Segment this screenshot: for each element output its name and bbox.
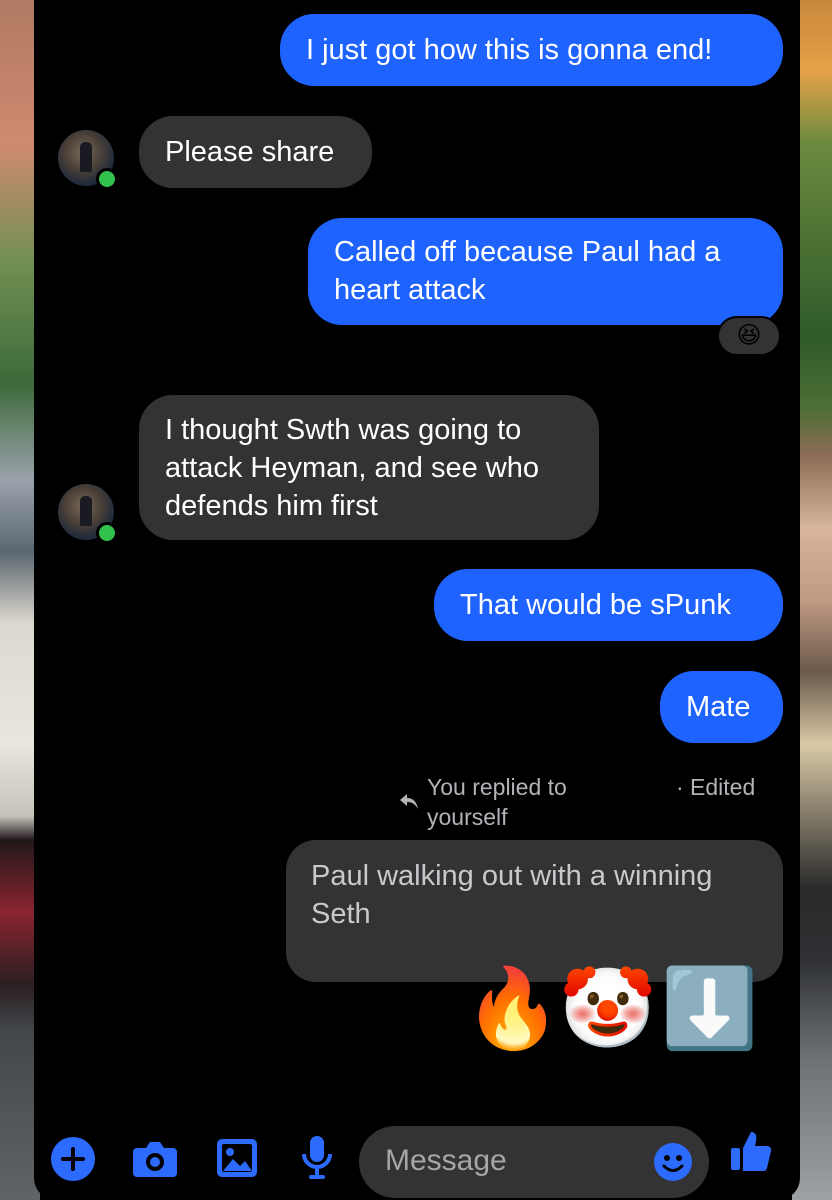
contact-avatar[interactable] <box>58 130 118 190</box>
message-text: Please share <box>165 136 335 168</box>
message-text-line: attack Heyman, and see who <box>165 452 539 484</box>
edited-label: · Edited <box>676 774 756 800</box>
contact-avatar[interactable] <box>58 484 118 544</box>
emoji-icon[interactable] <box>653 1142 693 1182</box>
message-text-line: Called off because Paul had a <box>334 236 721 268</box>
clown-emoji[interactable]: 🤡 <box>559 963 656 1053</box>
quoted-text-line: Paul walking out with a winning <box>311 860 713 892</box>
image-icon[interactable] <box>215 1137 259 1179</box>
message-text-line: heart attack <box>334 274 486 306</box>
message-text: I just got how this is gonna end! <box>306 34 713 66</box>
message-input-placeholder: Message <box>385 1144 507 1177</box>
reply-context: You replied to yourself <box>427 772 567 832</box>
chat-window: I just got how this is gonna end! Please… <box>34 0 800 1200</box>
camera-icon[interactable] <box>131 1139 179 1179</box>
message-text: That would be sPunk <box>460 589 731 621</box>
fire-emoji[interactable]: 🔥 <box>464 963 561 1053</box>
message-text: Mate <box>686 691 751 723</box>
message-input[interactable]: Message <box>359 1126 709 1198</box>
like-icon[interactable] <box>729 1128 773 1174</box>
message-text-line: I thought Swth was going to <box>165 414 522 446</box>
message-reaction[interactable]: 😆 <box>717 316 781 356</box>
message-bubble-incoming[interactable]: Please share <box>139 116 372 188</box>
reply-context-line: You replied to <box>427 774 567 800</box>
plus-icon[interactable] <box>50 1136 96 1182</box>
reply-arrow-icon <box>400 794 418 809</box>
quoted-message-bubble[interactable]: Paul walking out with a winning Seth <box>286 840 783 982</box>
laughing-emoji-icon: 😆 <box>736 322 762 349</box>
message-text-line: defends him first <box>165 490 378 522</box>
avatar-figure <box>80 142 92 172</box>
message-bubble-outgoing[interactable]: Called off because Paul had a heart atta… <box>308 218 783 325</box>
message-bubble-incoming[interactable]: I thought Swth was going to attack Heyma… <box>139 395 599 540</box>
microphone-icon[interactable] <box>300 1134 334 1182</box>
down-arrow-emoji[interactable]: ⬇️ <box>661 963 758 1053</box>
message-bubble-outgoing[interactable]: That would be sPunk <box>434 569 783 641</box>
avatar-figure <box>80 496 92 526</box>
online-status-dot <box>96 522 118 544</box>
quoted-text-line: Seth <box>311 898 371 930</box>
reply-context-line: yourself <box>427 804 508 830</box>
message-bubble-outgoing[interactable]: Mate <box>660 671 783 743</box>
message-bubble-outgoing[interactable]: I just got how this is gonna end! <box>280 14 783 86</box>
online-status-dot <box>96 168 118 190</box>
